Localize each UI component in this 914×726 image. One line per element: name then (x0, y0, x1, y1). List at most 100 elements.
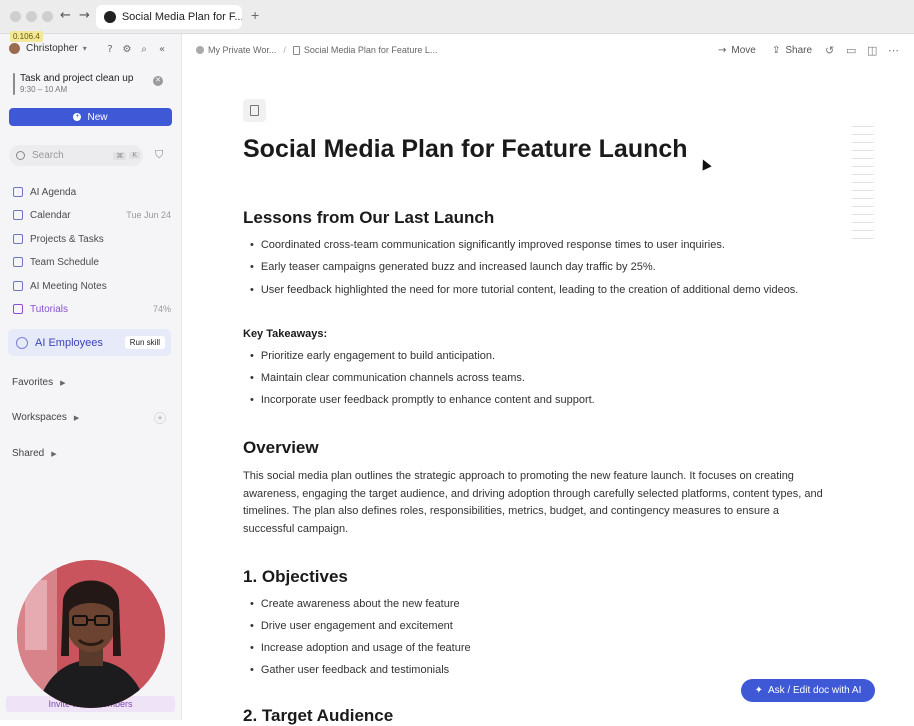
sparkle-icon: ✦ (754, 685, 763, 696)
presenter-video-overlay (17, 560, 165, 708)
chevron-right-icon: ▶ (51, 450, 57, 458)
search-input[interactable]: Search ⌘ K (9, 145, 143, 166)
shared-section[interactable]: Shared ▶ (12, 448, 57, 459)
upcoming-event-card[interactable]: Task and project clean up 9:30 – 10 AM ✕ (9, 70, 169, 98)
sidebar-item-calendar[interactable]: Calendar Tue Jun 24 (13, 208, 171, 222)
doc-icon-button[interactable] (243, 99, 266, 122)
document-icon (250, 105, 259, 116)
sidebar: 0.106.4 Christopher ▾ ? ⚙ ⌕ « Task and p… (0, 31, 182, 720)
list-item[interactable]: Create awareness about the new feature (250, 598, 460, 610)
minimize-window-button[interactable] (26, 11, 37, 22)
new-button[interactable]: + New (9, 108, 172, 126)
list-item[interactable]: Maintain clear communication channels ac… (250, 372, 525, 384)
new-tab-plus-icon[interactable]: + (251, 7, 259, 23)
sidebar-item-label: AI Meeting Notes (30, 280, 107, 292)
browser-tab[interactable]: Social Media Plan for F... (96, 5, 242, 29)
share-button[interactable]: ⇪ Share (772, 45, 812, 56)
ai-employees-panel[interactable]: AI Employees Run skill (8, 329, 171, 356)
close-window-button[interactable] (10, 11, 21, 22)
favorites-section[interactable]: Favorites ▶ (12, 377, 66, 388)
sidebar-item-label: Projects & Tasks (30, 233, 104, 245)
chevron-down-icon: ▾ (82, 44, 87, 53)
title-bar: ← → Social Media Plan for F... + (0, 0, 914, 34)
back-arrow-icon[interactable]: ← (60, 8, 71, 23)
ask-edit-ai-button[interactable]: ✦ Ask / Edit doc with AI (741, 679, 875, 702)
new-button-label: New (87, 111, 108, 123)
workspace-icon (196, 46, 204, 54)
chevron-right-icon: ▶ (73, 414, 80, 422)
presenter-portrait (17, 560, 165, 708)
more-options-icon[interactable]: ⋯ (888, 44, 899, 57)
close-icon[interactable]: ✕ (153, 76, 163, 86)
app-logo-icon (104, 11, 116, 23)
history-icon[interactable]: ↺ (825, 44, 834, 57)
shortcut-cmd: ⌘ (113, 151, 127, 160)
heading-target-audience[interactable]: 2. Target Audience (243, 706, 393, 726)
chevron-right-icon: ▶ (60, 379, 66, 387)
plus-icon: + (73, 113, 82, 121)
ai-employees-label: AI Employees (35, 336, 103, 349)
collapse-sidebar-icon[interactable]: « (156, 44, 168, 56)
sidebar-item-tutorials[interactable]: Tutorials 74% (13, 302, 171, 316)
share-icon: ⇪ (772, 45, 781, 56)
share-label: Share (785, 45, 813, 56)
sidebar-item-team-schedule[interactable]: Team Schedule (13, 255, 171, 269)
ask-ai-label: Ask / Edit doc with AI (768, 685, 862, 696)
projects-icon (13, 234, 23, 244)
sidebar-item-projects[interactable]: Projects & Tasks (13, 232, 171, 246)
document-outline-minimap[interactable] (852, 126, 874, 246)
sidebar-item-ai-agenda[interactable]: AI Agenda (13, 185, 171, 199)
tab-title: Social Media Plan for F... (121, 11, 242, 23)
workspaces-label: Workspaces (12, 412, 67, 423)
user-name: Christopher (26, 43, 78, 54)
tutorials-icon (13, 304, 23, 314)
sidebar-item-meta: Tue Jun 24 (126, 210, 171, 220)
list-item[interactable]: Coordinated cross-team communication sig… (250, 239, 725, 251)
workspaces-section[interactable]: Workspaces ▶ (12, 412, 79, 423)
list-item[interactable]: Prioritize early engagement to build ant… (250, 350, 495, 362)
list-item[interactable]: Early teaser campaigns generated buzz an… (250, 261, 656, 273)
overview-paragraph[interactable]: This social media plan outlines the stra… (243, 468, 833, 538)
breadcrumb-workspace[interactable]: My Private Wor... (208, 45, 276, 55)
list-item[interactable]: Drive user engagement and excitement (250, 620, 453, 632)
list-item[interactable]: Gather user feedback and testimonials (250, 664, 449, 676)
comments-icon[interactable]: ▭ (846, 44, 856, 57)
page-title[interactable]: Social Media Plan for Feature Launch (243, 135, 688, 164)
breadcrumb: My Private Wor... / Social Media Plan fo… (196, 45, 437, 55)
meeting-notes-icon (13, 281, 23, 291)
breadcrumb-separator: / (283, 45, 286, 55)
sidebar-item-label: Team Schedule (30, 256, 99, 268)
run-skill-button[interactable]: Run skill (124, 336, 165, 349)
tutorials-progress: 74% (152, 304, 171, 314)
mouse-cursor-icon (698, 157, 712, 171)
move-arrow-icon: → (718, 45, 727, 56)
sidebar-item-label: Calendar (30, 209, 71, 221)
sidebar-item-meeting-notes[interactable]: AI Meeting Notes (13, 279, 171, 293)
user-menu[interactable]: Christopher ▾ (9, 43, 87, 54)
event-title: Task and project clean up (20, 73, 134, 84)
list-item[interactable]: User feedback highlighted the need for m… (250, 284, 799, 296)
avatar (9, 43, 20, 54)
heading-objectives[interactable]: 1. Objectives (243, 567, 348, 587)
sidebar-item-label: AI Agenda (30, 186, 77, 198)
maximize-window-button[interactable] (42, 11, 53, 22)
sidebar-item-label: Tutorials (30, 303, 68, 315)
forward-arrow-icon[interactable]: → (79, 8, 90, 23)
filter-icon[interactable]: ⛉ (155, 149, 163, 162)
add-workspace-plus-icon[interactable]: + (154, 412, 166, 424)
app-window: ← → Social Media Plan for F... + 0.106.4… (0, 0, 914, 725)
breadcrumb-document[interactable]: Social Media Plan for Feature L... (304, 45, 438, 55)
gear-icon[interactable]: ⚙ (121, 44, 133, 56)
heading-key-takeaways[interactable]: Key Takeaways: (243, 328, 327, 340)
help-icon[interactable]: ? (104, 44, 116, 56)
document-icon (292, 45, 300, 55)
team-schedule-icon (13, 257, 23, 267)
heading-lessons[interactable]: Lessons from Our Last Launch (243, 208, 494, 228)
list-item[interactable]: Increase adoption and usage of the featu… (250, 642, 471, 654)
list-item[interactable]: Incorporate user feedback promptly to en… (250, 394, 595, 406)
search-icon[interactable]: ⌕ (138, 44, 150, 56)
panel-toggle-icon[interactable]: ◫ (867, 44, 877, 57)
heading-overview[interactable]: Overview (243, 438, 319, 458)
move-button[interactable]: → Move (718, 45, 756, 56)
shortcut-k: K (129, 152, 140, 159)
